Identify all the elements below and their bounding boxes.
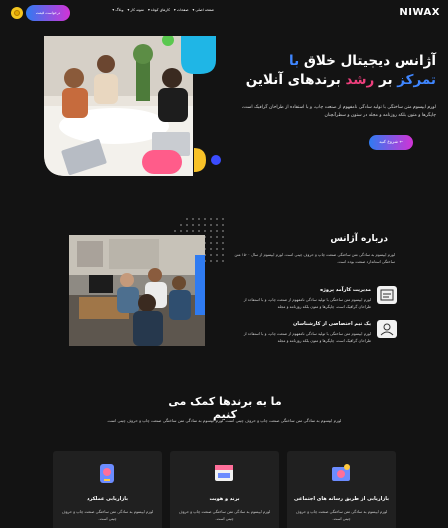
sun-icon (14, 10, 20, 16)
hero-description: لورم ایپسوم متن ساختگی با تولید سادگی نا… (241, 105, 436, 118)
service-card-title: برند و هویت (209, 496, 240, 502)
hero-image (44, 36, 221, 176)
service-card-title: بازاریابی از طریق رسانه های اجتماعی (294, 496, 389, 502)
service-card[interactable]: بازاریابی از طریق رسانه های اجتماعی لورم… (287, 451, 396, 528)
decor-blob-yellow (194, 148, 206, 172)
hero-title-text: بر (374, 72, 398, 88)
nav-item-portfolio[interactable]: نمونه کار ▾ (127, 8, 144, 18)
theme-toggle[interactable] (11, 7, 23, 19)
hero-title-highlight: تمرکز (397, 72, 436, 88)
decor-blob-blue (211, 155, 221, 165)
nav-item-home[interactable]: صفحه اصلی ▾ (193, 8, 214, 18)
service-card-description: لورم ایپسوم به سادگی متن ساختگی صنعت چاپ… (178, 509, 271, 521)
help-section-description: لورم ایپسوم به سادگی متن ساختگی صنعت چاپ… (106, 418, 342, 423)
team-image (69, 235, 205, 346)
social-media-icon (332, 464, 350, 481)
site-logo[interactable]: NIWAX (386, 7, 440, 18)
decor-blob-pink (142, 150, 182, 174)
nav-item-blog[interactable]: وبلاگ ▾ (112, 8, 123, 18)
nav-item-pages[interactable]: صفحات ▾ (174, 8, 189, 18)
service-card-title: بازاریابی عملکرد (86, 496, 129, 502)
request-quote-button[interactable]: درخواست قیمت (26, 5, 70, 21)
brand-identity-icon (215, 465, 233, 481)
team-experts-icon (377, 320, 397, 338)
about-description: لورم ایپسوم به سادگی متن ساختگی صنعت چاپ… (234, 252, 395, 264)
service-card-description: لورم ایپسوم به سادگی متن ساختگی صنعت چاپ… (295, 509, 388, 521)
decor-blob-cyan (181, 36, 216, 74)
hero-title-highlight: با (289, 53, 300, 69)
feature-description: لورم ایپسوم متن ساختگی با تولید سادگی نا… (243, 297, 371, 309)
about-title: درباره آژانس (330, 234, 388, 244)
performance-marketing-icon (100, 464, 114, 483)
feature-description: لورم ایپسوم متن ساختگی با تولید سادگی نا… (243, 331, 371, 343)
service-card[interactable]: بازاریابی عملکرد لورم ایپسوم به سادگی مت… (53, 451, 162, 528)
hero-title: آژانس دیجیتال خلاق با تمرکز بر رشد برنده… (225, 52, 436, 90)
get-started-button[interactable]: شروع کنید ← (369, 135, 413, 150)
hero-title-highlight: رشد (345, 72, 375, 88)
project-management-icon (377, 286, 397, 304)
hero-title-text: آژانس دیجیتال خلاق (299, 53, 436, 69)
feature-title: یک تیم اختصاصی از کارشناسان (292, 321, 371, 327)
hero-title-text: برندهای آنلاین (245, 72, 346, 88)
service-card-description: لورم ایپسوم به سادگی متن ساختگی صنعت چاپ… (61, 509, 154, 521)
main-nav: صفحه اصلی ▾ صفحات ▾ کارهای کوتاه ▾ نمونه… (88, 8, 214, 18)
feature-title: مدیریت کارآمد پروژه (320, 287, 371, 293)
nav-item-shortcodes[interactable]: کارهای کوتاه ▾ (148, 8, 170, 18)
service-card[interactable]: برند و هویت لورم ایپسوم به سادگی متن ساخ… (170, 451, 279, 528)
